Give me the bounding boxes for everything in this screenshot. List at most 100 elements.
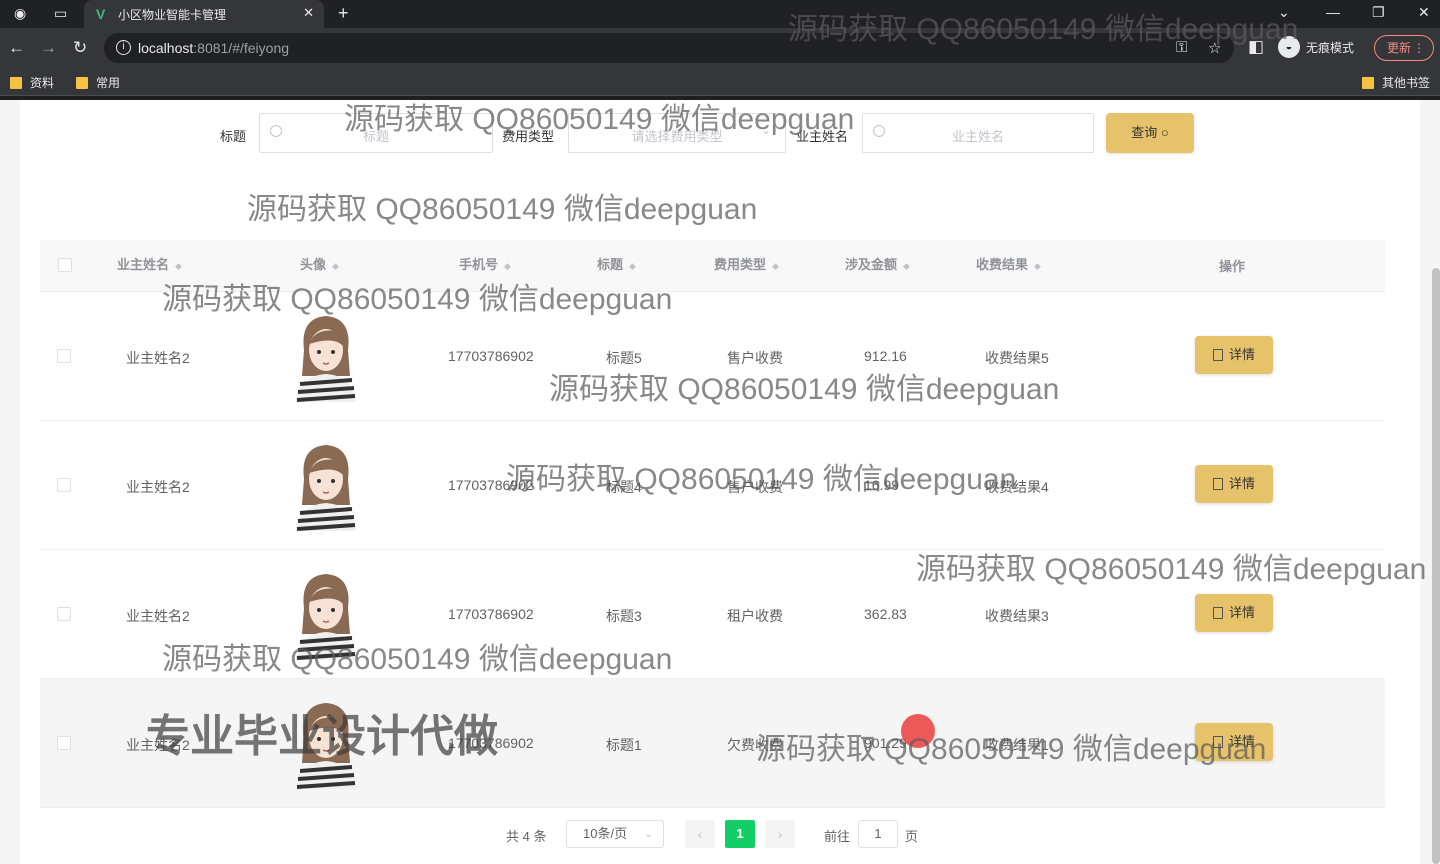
fee-title: 标题5 — [606, 350, 642, 366]
row-checkbox[interactable] — [57, 349, 71, 363]
query-button[interactable]: 查询 ○ — [1106, 113, 1194, 153]
column-phone[interactable]: 手机号 ◆ — [459, 254, 511, 273]
fee-type: 售户收费 — [727, 350, 783, 366]
fee-title: 标题4 — [606, 479, 642, 495]
more-icon: ⋮ — [1413, 41, 1425, 55]
watermark-banner: 专业毕业设计代做 — [146, 712, 498, 761]
bookmark-folder[interactable]: 资料 — [10, 74, 54, 91]
detail-button[interactable]: 详情 — [1195, 465, 1273, 503]
avatar — [290, 310, 362, 402]
star-icon[interactable]: ☆ — [1208, 39, 1221, 57]
avatar — [290, 568, 362, 660]
column-fee-type[interactable]: 费用类型 ◆ — [714, 254, 779, 273]
title-search-input[interactable]: 标题 — [259, 113, 493, 153]
fee-result: 收费结果4 — [985, 479, 1049, 495]
other-bookmarks[interactable]: 其他书签 — [1362, 74, 1430, 91]
key-icon[interactable]: ⚿ — [1176, 39, 1187, 56]
detail-button[interactable]: 详情 — [1195, 723, 1273, 761]
title-placeholder: 标题 — [362, 129, 389, 144]
fee-result: 收费结果3 — [985, 608, 1049, 624]
next-page-button[interactable]: › — [765, 820, 795, 848]
column-avatar[interactable]: 头像 ◆ — [300, 254, 339, 273]
scrollbar[interactable] — [1432, 268, 1440, 864]
sort-icon: ◆ — [629, 261, 636, 271]
bookmark-folder[interactable]: 常用 — [76, 74, 120, 91]
fee-type: 售户收费 — [727, 479, 783, 495]
close-icon[interactable]: ✕ — [303, 5, 314, 21]
column-title[interactable]: 标题 ◆ — [597, 254, 636, 273]
table-row: 业主姓名2 17703786902 标题5 售户收费 912.16 收费结果5 … — [40, 292, 1385, 421]
chevron-down-icon[interactable]: ⌄ — [1278, 4, 1290, 21]
browser-tab[interactable]: V 小区物业智能卡管理 ✕ — [84, 0, 324, 28]
minimize-icon[interactable]: — — [1326, 4, 1340, 20]
row-checkbox[interactable] — [57, 736, 71, 750]
info-icon[interactable]: i — [116, 40, 131, 55]
search-icon: ○ — [1160, 125, 1169, 140]
sort-icon: ◆ — [504, 261, 511, 271]
fee-amount: 362.83 — [864, 606, 907, 622]
forward-icon[interactable]: → — [40, 38, 57, 58]
bookmarks-bar: 资料 常用 其他书签 — [0, 68, 1440, 96]
sort-icon: ◆ — [772, 261, 779, 271]
document-icon — [1212, 478, 1223, 490]
document-icon — [1212, 349, 1223, 361]
row-checkbox[interactable] — [57, 478, 71, 492]
page-number-current[interactable]: 1 — [725, 820, 755, 848]
browser-tab-bar: ◉ ▭ V 小区物业智能卡管理 ✕ + ⌄ — ❐ ✕ — [0, 0, 1440, 28]
fee-title: 标题1 — [606, 737, 642, 753]
table-row: 业主姓名2 17703786902 标题3 租户收费 362.83 收费结果3 … — [40, 550, 1385, 679]
pagination: 共 4 条 10条/页 ⌄ ‹ 1 › 前往 1 页 — [0, 820, 1440, 850]
fee-amount: 912.16 — [864, 348, 907, 364]
table-row: 业主姓名2 17703786902 标题4 售户收费 16.99 收费结果4 详… — [40, 421, 1385, 550]
detail-button[interactable]: 详情 — [1195, 336, 1273, 374]
column-result[interactable]: 收费结果 ◆ — [976, 254, 1041, 273]
new-tab-icon[interactable]: + — [338, 3, 349, 24]
tab-title: 小区物业智能卡管理 — [118, 8, 227, 22]
url-text: localhost:8081/#/feiyong — [138, 40, 290, 56]
owner-name: 业主姓名2 — [126, 608, 190, 624]
folder-icon — [76, 76, 88, 89]
cursor-highlight — [901, 714, 935, 748]
sort-icon: ◆ — [175, 261, 182, 271]
owner-search-input[interactable]: 业主姓名 — [862, 113, 1094, 153]
column-owner[interactable]: 业主姓名 ◆ — [117, 254, 182, 273]
incognito-indicator[interactable]: ◒ 无痕模式 — [1278, 34, 1354, 60]
fee-type-select[interactable]: 请选择费用类型 ⌄ — [568, 113, 786, 153]
prev-page-button[interactable]: ‹ — [685, 820, 715, 848]
page-suffix: 页 — [905, 829, 919, 844]
document-icon — [1212, 607, 1223, 619]
update-button[interactable]: 更新 ⋮ — [1374, 35, 1434, 61]
owner-placeholder: 业主姓名 — [951, 129, 1004, 144]
select-all-checkbox[interactable] — [58, 258, 72, 272]
chevron-down-icon: ⌄ — [643, 828, 653, 840]
sort-icon: ◆ — [903, 261, 910, 271]
phone-number: 17703786902 — [448, 606, 534, 622]
avatar — [290, 439, 362, 531]
sidebar-icon[interactable]: ◧ — [1248, 37, 1264, 57]
url-input[interactable]: i localhost:8081/#/feiyong ⚿ ☆ — [104, 33, 1234, 63]
fee-type-label: 费用类型 — [502, 129, 555, 144]
table-header: 业主姓名 ◆ 头像 ◆ 手机号 ◆ 标题 ◆ 费用类型 ◆ 涉及金额 ◆ 收费结果 ◆ 操作 — [40, 240, 1385, 292]
incognito-icon: ◒ — [1278, 36, 1300, 58]
document-icon — [1212, 736, 1223, 748]
goto-page-input[interactable]: 1 — [858, 820, 898, 848]
fee-type: 欠费收费 — [727, 737, 783, 753]
address-bar: ← → ↻ i localhost:8081/#/feiyong ⚿ ☆ ◧ ◒… — [0, 28, 1440, 68]
page-size-select[interactable]: 10条/页 ⌄ — [566, 820, 664, 848]
reload-icon[interactable]: ↻ — [73, 38, 87, 58]
window-icon[interactable]: ▭ — [54, 5, 67, 22]
window-close-icon[interactable]: ✕ — [1418, 4, 1430, 21]
owner-name: 业主姓名2 — [126, 479, 190, 495]
detail-button[interactable]: 详情 — [1195, 594, 1273, 632]
fee-title: 标题3 — [606, 608, 642, 624]
back-icon[interactable]: ← — [8, 38, 25, 58]
sort-icon: ◆ — [1034, 261, 1041, 271]
sort-icon: ◆ — [332, 261, 339, 271]
fee-result: 收费结果5 — [985, 350, 1049, 366]
phone-number: 17703786902 — [448, 477, 534, 493]
phone-number: 17703786902 — [448, 348, 534, 364]
row-checkbox[interactable] — [57, 607, 71, 621]
column-amount[interactable]: 涉及金额 ◆ — [845, 254, 910, 273]
pagination-total: 共 4 条 — [506, 829, 547, 844]
restore-icon[interactable]: ❐ — [1372, 4, 1385, 21]
